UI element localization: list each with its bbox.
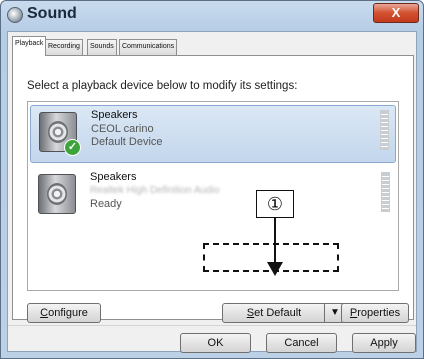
- close-button[interactable]: X: [373, 3, 419, 23]
- sound-app-icon: [7, 7, 23, 23]
- sound-dialog: Sound X Playback Recording Sounds Commun…: [0, 0, 424, 359]
- device-item-realtek[interactable]: Speakers Realtek High Definition Audio R…: [30, 168, 396, 226]
- ok-button[interactable]: OK: [180, 333, 251, 353]
- device-name: Speakers: [91, 109, 138, 121]
- tab-communications[interactable]: Communications: [119, 39, 178, 55]
- callout-arrow-head: [267, 262, 283, 276]
- device-item-ceol-carino[interactable]: ✓ Speakers CEOL carino Default Device: [30, 105, 396, 163]
- device-description: Realtek High Definition Audio: [90, 185, 220, 196]
- tab-recording[interactable]: Recording: [45, 39, 83, 55]
- device-description: CEOL carino: [91, 123, 154, 135]
- volume-level-meter: [381, 172, 390, 212]
- speaker-icon: [38, 174, 76, 214]
- configure-button[interactable]: Configure: [27, 303, 101, 323]
- tab-playback[interactable]: Playback: [12, 36, 47, 56]
- device-status: Ready: [90, 198, 122, 210]
- set-default-button[interactable]: Set Default ▼: [222, 303, 346, 323]
- tab-sounds[interactable]: Sounds: [87, 39, 117, 55]
- properties-button[interactable]: Properties: [341, 303, 409, 323]
- step-callout: ①: [256, 190, 294, 218]
- callout-arrow-line: [274, 218, 276, 264]
- window-title: Sound: [27, 5, 77, 22]
- playback-panel: Select a playback device below to modify…: [12, 55, 414, 323]
- default-check-icon: ✓: [64, 139, 81, 156]
- cancel-button[interactable]: Cancel: [266, 333, 337, 353]
- device-name: Speakers: [90, 171, 137, 183]
- footer-divider: [8, 325, 416, 326]
- title-bar[interactable]: Sound X: [1, 1, 423, 31]
- apply-button[interactable]: Apply: [352, 333, 416, 353]
- dialog-client-area: Playback Recording Sounds Communications…: [7, 31, 417, 353]
- device-status: Default Device: [91, 136, 163, 148]
- instruction-text: Select a playback device below to modify…: [27, 80, 298, 92]
- volume-level-meter: [380, 110, 389, 150]
